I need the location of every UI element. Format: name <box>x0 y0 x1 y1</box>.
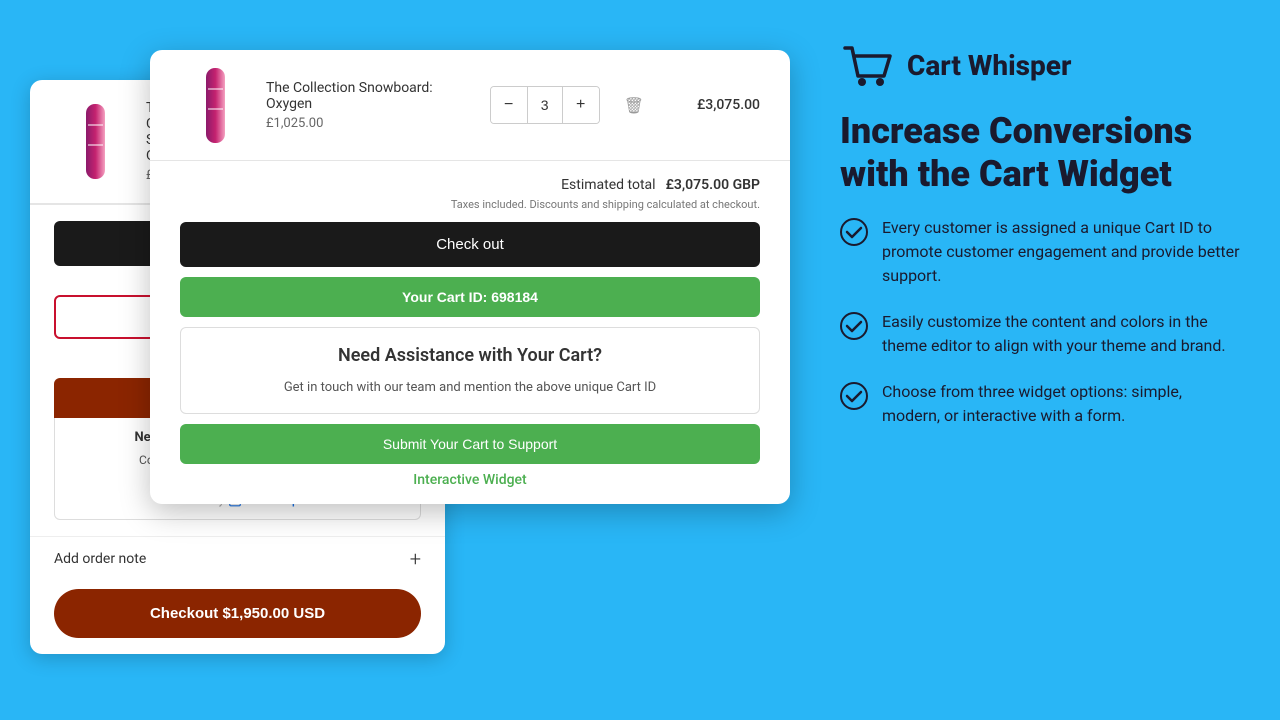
feature-text-3: Choose from three widget options: simple… <box>882 380 1240 428</box>
order-note-row: Add order note + <box>30 536 445 581</box>
assistance-title: Need Assistance with Your Cart? <box>197 344 743 367</box>
feature-text-1: Every customer is assigned a unique Cart… <box>882 216 1240 288</box>
right-snowboard-image <box>198 68 233 143</box>
feature-item-1: Every customer is assigned a unique Cart… <box>840 216 1240 288</box>
feature-text-2: Easily customize the content and colors … <box>882 310 1240 358</box>
assistance-box: Need Assistance with Your Cart? Get in t… <box>180 327 760 414</box>
right-quantity-control[interactable]: − + <box>490 86 600 124</box>
main-container: The Collection Snowboard: Oxygen £1,025.… <box>0 0 1280 720</box>
checkout-usd-btn[interactable]: Checkout $1,950.00 USD <box>54 589 421 638</box>
right-product-name: The Collection Snowboard: Oxygen <box>266 80 474 112</box>
right-quantity-decrease-btn[interactable]: − <box>491 87 527 123</box>
right-product-price: £1,025.00 <box>266 116 474 131</box>
assistance-text: Get in touch with our team and mention t… <box>197 378 743 398</box>
right-cart-card: The Collection Snowboard: Oxygen £1,025.… <box>150 50 790 504</box>
checkmark-icon-3 <box>840 382 868 410</box>
checkout-usd-container: Checkout $1,950.00 USD <box>30 581 445 654</box>
checkmark-icon-1 <box>840 218 868 246</box>
taxes-note: Taxes included. Discounts and shipping c… <box>180 197 760 212</box>
brand-name: Cart Whisper <box>907 49 1071 82</box>
right-quantity-input[interactable] <box>527 87 563 123</box>
brand-header: Cart Whisper <box>840 40 1240 90</box>
cart-icon-large <box>840 40 895 90</box>
right-delete-icon[interactable]: 🗑 <box>624 96 644 115</box>
cart-id-green-btn[interactable]: Your Cart ID: 698184 <box>180 277 760 317</box>
order-note-label: Add order note <box>54 551 146 567</box>
snowboard-image <box>78 104 113 179</box>
estimated-label: Estimated total <box>561 177 655 193</box>
feature-item-3: Choose from three widget options: simple… <box>840 380 1240 428</box>
features-list: Every customer is assigned a unique Cart… <box>840 216 1240 428</box>
right-card-bottom: Estimated total £3,075.00 GBP Taxes incl… <box>150 161 790 504</box>
right-quantity-increase-btn[interactable]: + <box>563 87 599 123</box>
estimated-total-row: Estimated total £3,075.00 GBP <box>180 177 760 193</box>
right-panel: Cart Whisper Increase Conversions with t… <box>820 20 1250 700</box>
right-product-image <box>180 70 250 140</box>
cards-area: The Collection Snowboard: Oxygen £1,025.… <box>30 20 790 700</box>
checkout-button-right[interactable]: Check out <box>180 222 760 267</box>
submit-cart-btn[interactable]: Submit Your Cart to Support <box>180 424 760 464</box>
add-icon[interactable]: + <box>410 547 421 571</box>
checkmark-icon-2 <box>840 312 868 340</box>
right-cart-item-row: The Collection Snowboard: Oxygen £1,025.… <box>150 50 790 161</box>
feature-item-2: Easily customize the content and colors … <box>840 310 1240 358</box>
headline: Increase Conversions with the Cart Widge… <box>840 110 1240 196</box>
right-product-info: The Collection Snowboard: Oxygen £1,025.… <box>266 80 474 131</box>
right-line-total: £3,075.00 <box>680 97 760 113</box>
interactive-widget-label: Interactive Widget <box>180 472 760 488</box>
product-image <box>60 107 130 177</box>
estimated-value: £3,075.00 GBP <box>666 177 760 193</box>
